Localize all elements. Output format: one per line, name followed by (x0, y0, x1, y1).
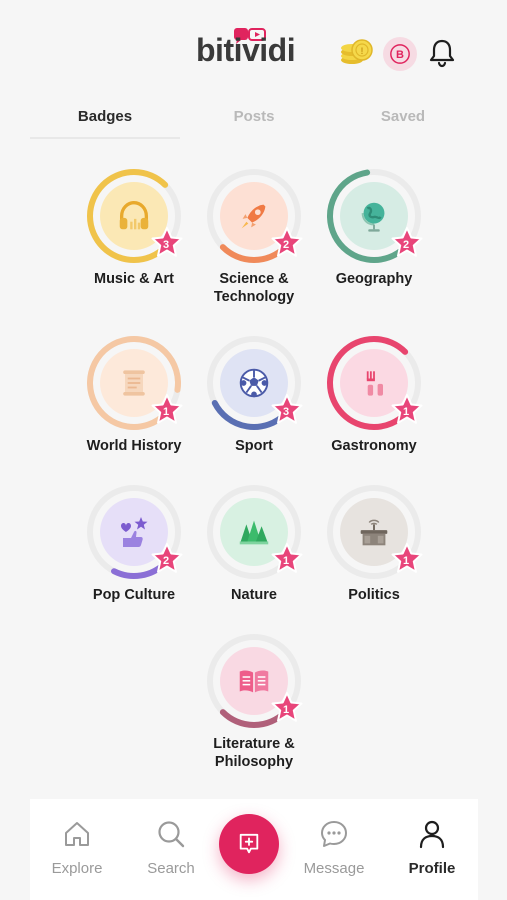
badge-ring: 1 (206, 633, 303, 729)
badge-world-history[interactable]: 1 World History (69, 335, 199, 455)
nav-message[interactable]: Message (294, 819, 374, 877)
badge-level: 3 (162, 239, 170, 251)
app-header: bitividi ! B (0, 0, 507, 95)
badge-level: 2 (282, 239, 290, 251)
badge-ring: 2 (206, 168, 303, 264)
message-icon (321, 821, 347, 847)
profile-tabs: Badges Posts Saved (30, 103, 477, 139)
badge-label: Gastronomy (331, 438, 417, 454)
badge-label: Politics (348, 587, 400, 603)
profile-b-badge[interactable]: B (383, 37, 417, 71)
badge-ring: 3 (86, 168, 183, 264)
badge-label: Literature & Philosophy (213, 736, 295, 770)
trees-icon (239, 520, 269, 545)
nav-label: Message (303, 860, 365, 877)
badge-ring: 2 (326, 168, 423, 264)
badge-literature-philosophy[interactable]: 1 Literature & Philosophy (189, 633, 319, 771)
bottom-navigation: Explore Search Message Profile (30, 799, 478, 900)
badge-ring: 1 (86, 335, 183, 431)
home-icon (65, 822, 89, 846)
coins-icon[interactable]: ! (338, 34, 374, 70)
badge-pop-culture[interactable]: 2 Pop Culture (69, 484, 199, 604)
badge-level: 1 (402, 555, 410, 567)
tab-posts[interactable]: Posts (179, 103, 329, 131)
nav-profile[interactable]: Profile (392, 819, 472, 877)
badge-label: Nature (231, 587, 277, 603)
badge-level: 1 (402, 406, 410, 418)
nav-label: Search (147, 860, 195, 877)
add-post-icon (239, 833, 259, 854)
badge-science-technology[interactable]: 2 Science & Technology (189, 168, 319, 306)
b-badge-letter: B (396, 49, 404, 61)
badge-politics[interactable]: 1 Politics (309, 484, 439, 604)
scroll-icon (123, 370, 145, 396)
rocket-icon (241, 204, 266, 229)
podium-icon (360, 519, 388, 546)
badge-ring: 3 (206, 335, 303, 431)
active-tab-indicator (30, 137, 180, 139)
svg-text:!: ! (361, 46, 364, 56)
search-icon (158, 821, 185, 848)
tab-saved[interactable]: Saved (328, 103, 478, 131)
badge-level: 1 (282, 704, 290, 716)
badge-label: Science & Technology (213, 271, 295, 305)
badge-level: 2 (402, 239, 410, 251)
badge-label: World History (86, 438, 182, 454)
badge-level: 3 (282, 406, 290, 418)
nav-explore[interactable]: Explore (37, 819, 117, 877)
badge-gastronomy[interactable]: 1 Gastronomy (309, 335, 439, 455)
badge-level: 1 (162, 406, 170, 418)
badge-sport[interactable]: 3 Sport (189, 335, 319, 455)
badge-ring: 1 (326, 335, 423, 431)
globe-icon (361, 202, 385, 232)
badge-ring: 2 (86, 484, 183, 580)
tab-badges[interactable]: Badges (30, 103, 180, 131)
badge-label: Sport (235, 438, 273, 454)
open-book-icon (239, 670, 269, 693)
nav-label: Explore (51, 860, 103, 877)
b-badge-icon: B (390, 44, 410, 64)
badge-music-art[interactable]: 3 Music & Art (69, 168, 199, 288)
create-post-button[interactable] (219, 814, 279, 874)
badge-label: Pop Culture (92, 587, 176, 603)
soccer-ball-icon (239, 368, 269, 398)
profile-icon (419, 820, 445, 849)
badge-geography[interactable]: 2 Geography (309, 168, 439, 288)
like-hearts-icon (121, 517, 148, 547)
headphones-icon (119, 201, 149, 230)
badge-ring: 1 (326, 484, 423, 580)
badge-ring: 1 (206, 484, 303, 580)
nav-search[interactable]: Search (131, 819, 211, 877)
logo-text: bitividi (196, 32, 296, 68)
badge-level: 2 (162, 555, 170, 567)
badge-level: 1 (282, 555, 290, 567)
notification-bell-icon[interactable] (428, 38, 456, 68)
badge-label: Geography (335, 271, 413, 287)
badge-label: Music & Art (93, 271, 175, 287)
nav-label: Profile (408, 860, 456, 877)
bitividi-logo[interactable]: bitividi (196, 28, 316, 76)
badge-nature[interactable]: 1 Nature (189, 484, 319, 604)
cutlery-icon (366, 371, 383, 396)
